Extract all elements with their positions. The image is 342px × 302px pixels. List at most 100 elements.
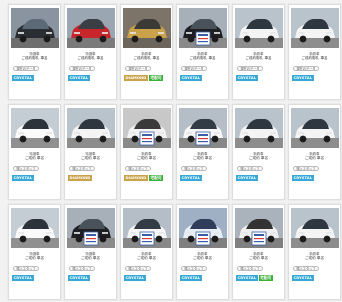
- car-photo-image: [291, 208, 339, 248]
- car-photo-image: [123, 108, 171, 148]
- vehicle-card[interactable]: 新着車 ご成約 車名 購入スタッフ CRYSTAL: [288, 204, 341, 300]
- vehicle-card[interactable]: 特選車 ご成約 車名 購入スタッフ CRYSTAL: [8, 104, 61, 200]
- vehicle-name[interactable]: ご成約御礼 車名: [67, 56, 114, 61]
- vehicle-card[interactable]: 新着車 ご成約 車名 購入スタッフ CRYSTAL: [176, 104, 229, 200]
- vehicle-photo[interactable]: [123, 8, 171, 48]
- badge-row: CRYSTAL: [292, 75, 314, 81]
- badge-row: DIAMOND 宅配可: [124, 75, 164, 81]
- vehicle-card[interactable]: 新着車 ご成約御礼 車名 現在のデータ CRYSTAL: [232, 4, 285, 100]
- crystal-badge: CRYSTAL: [124, 275, 146, 281]
- vehicle-name[interactable]: ご成約 車名: [11, 256, 58, 261]
- vehicle-card[interactable]: 特選車 ご成約 車名 購入スタッフ CRYSTAL: [64, 204, 117, 300]
- crystal-badge: CRYSTAL: [68, 75, 90, 81]
- detail-pill-button[interactable]: 現在のデータ: [69, 66, 95, 71]
- vehicle-name[interactable]: ご成約御礼 車名: [179, 56, 226, 61]
- vehicle-name[interactable]: ご成約 車名: [291, 156, 338, 161]
- detail-pill-button[interactable]: 購入スタッフ: [293, 266, 319, 271]
- vehicle-photo[interactable]: [235, 8, 283, 48]
- crystal-badge: CRYSTAL: [68, 275, 90, 281]
- badge-row: CRYSTAL: [12, 175, 34, 181]
- detail-pill-button[interactable]: 現在のデータ: [237, 66, 263, 71]
- vehicle-name[interactable]: ご成約御礼 車名: [235, 56, 282, 61]
- detail-pill-button[interactable]: 購入スタッフ: [69, 266, 95, 271]
- detail-pill-button[interactable]: 購入スタッフ: [69, 166, 95, 171]
- vehicle-card[interactable]: 新着車 ご成約御礼 車名 現在のデータ CRYSTAL: [176, 4, 229, 100]
- vehicle-photo[interactable]: [67, 8, 115, 48]
- detail-pill-button[interactable]: 購入スタッフ: [293, 166, 319, 171]
- vehicle-card[interactable]: 特選車 ご成約御礼 車名 現在のデータ CRYSTAL: [8, 4, 61, 100]
- detail-pill-button[interactable]: 購入スタッフ: [237, 266, 263, 271]
- detail-pill-button[interactable]: 現在のデータ: [293, 66, 319, 71]
- vehicle-card[interactable]: 特選車 ご成約御礼 車名 現在のデータ CRYSTAL: [64, 4, 117, 100]
- vehicle-photo[interactable]: [235, 108, 283, 148]
- vehicle-photo[interactable]: [67, 108, 115, 148]
- vehicle-name[interactable]: ご成約 車名: [11, 156, 58, 161]
- car-photo-image: [67, 8, 115, 48]
- crystal-badge: CRYSTAL: [292, 175, 314, 181]
- vehicle-card[interactable]: 新着車 ご成約御礼 車名 現在のデータ CRYSTAL: [288, 4, 341, 100]
- crystal-badge: CRYSTAL: [236, 75, 258, 81]
- vehicle-photo[interactable]: [67, 208, 115, 248]
- detail-pill-button[interactable]: 現在のデータ: [181, 66, 207, 71]
- crystal-badge: CRYSTAL: [236, 175, 258, 181]
- green-badge: 宅配可: [148, 75, 164, 81]
- car-photo-image: [67, 208, 115, 248]
- detail-pill-button[interactable]: 購入スタッフ: [181, 166, 207, 171]
- vehicle-name[interactable]: ご成約 車名: [291, 256, 338, 261]
- vehicle-photo[interactable]: [179, 8, 227, 48]
- vehicle-name[interactable]: ご成約御礼 車名: [123, 56, 170, 61]
- vehicle-photo[interactable]: [11, 108, 59, 148]
- vehicle-card[interactable]: 新着車 ご成約 車名 購入スタッフ CRYSTAL 宅配可: [232, 204, 285, 300]
- badge-row: CRYSTAL: [124, 275, 146, 281]
- vehicle-card[interactable]: 新着車 ご成約 車名 購入スタッフ CRYSTAL: [176, 204, 229, 300]
- detail-pill-button[interactable]: 購入スタッフ: [13, 266, 39, 271]
- detail-pill-button[interactable]: 購入スタッフ: [13, 166, 39, 171]
- car-photo-image: [179, 208, 227, 248]
- vehicle-card[interactable]: 新着車 ご成約 車名 購入スタッフ CRYSTAL: [288, 104, 341, 200]
- badge-row: CRYSTAL: [68, 75, 90, 81]
- vehicle-card[interactable]: 新着車 ご成約 車名 購入スタッフ DIAMOND 宅配可: [120, 104, 173, 200]
- vehicle-card[interactable]: 特選車 ご成約 車名 購入スタッフ DIAMOND: [64, 104, 117, 200]
- detail-pill-button[interactable]: 購入スタッフ: [181, 266, 207, 271]
- detail-pill-button[interactable]: 現在のデータ: [13, 66, 39, 71]
- vehicle-photo[interactable]: [11, 8, 59, 48]
- vehicle-card[interactable]: 特選車 ご成約 車名 購入スタッフ CRYSTAL: [8, 204, 61, 300]
- car-photo-image: [235, 8, 283, 48]
- car-photo-image: [67, 108, 115, 148]
- crystal-badge: CRYSTAL: [236, 275, 258, 281]
- vehicle-name[interactable]: ご成約御礼 車名: [291, 56, 338, 61]
- vehicle-name[interactable]: ご成約 車名: [179, 256, 226, 261]
- badge-row: CRYSTAL: [292, 175, 314, 181]
- vehicle-photo[interactable]: [291, 8, 339, 48]
- vehicle-photo[interactable]: [11, 208, 59, 248]
- car-photo-image: [291, 108, 339, 148]
- detail-pill-button[interactable]: 現在のデータ: [125, 66, 151, 71]
- vehicle-photo[interactable]: [291, 108, 339, 148]
- detail-pill-button[interactable]: 購入スタッフ: [125, 266, 151, 271]
- vehicle-name[interactable]: ご成約 車名: [123, 256, 170, 261]
- vehicle-name[interactable]: ご成約御礼 車名: [11, 56, 58, 61]
- detail-pill-button[interactable]: 購入スタッフ: [125, 166, 151, 171]
- vehicle-name[interactable]: ご成約 車名: [67, 256, 114, 261]
- car-photo-image: [179, 108, 227, 148]
- vehicle-photo[interactable]: [123, 108, 171, 148]
- vehicle-name[interactable]: ご成約 車名: [67, 156, 114, 161]
- vehicle-name[interactable]: ご成約 車名: [179, 156, 226, 161]
- badge-row: CRYSTAL: [236, 175, 258, 181]
- vehicle-name[interactable]: ご成約 車名: [235, 156, 282, 161]
- vehicle-photo[interactable]: [179, 108, 227, 148]
- car-photo-image: [235, 208, 283, 248]
- car-photo-image: [11, 208, 59, 248]
- vehicle-photo[interactable]: [291, 208, 339, 248]
- vehicle-name[interactable]: ご成約 車名: [123, 156, 170, 161]
- car-photo-image: [179, 8, 227, 48]
- vehicle-card[interactable]: 新着車 ご成約 車名 購入スタッフ CRYSTAL: [232, 104, 285, 200]
- vehicle-name[interactable]: ご成約 車名: [235, 256, 282, 261]
- vehicle-photo[interactable]: [123, 208, 171, 248]
- crystal-badge: CRYSTAL: [12, 275, 34, 281]
- vehicle-photo[interactable]: [235, 208, 283, 248]
- vehicle-card[interactable]: 新着車 ご成約 車名 購入スタッフ CRYSTAL: [120, 204, 173, 300]
- vehicle-card[interactable]: 新着車 ご成約御礼 車名 現在のデータ DIAMOND 宅配可: [120, 4, 173, 100]
- vehicle-photo[interactable]: [179, 208, 227, 248]
- detail-pill-button[interactable]: 購入スタッフ: [237, 166, 263, 171]
